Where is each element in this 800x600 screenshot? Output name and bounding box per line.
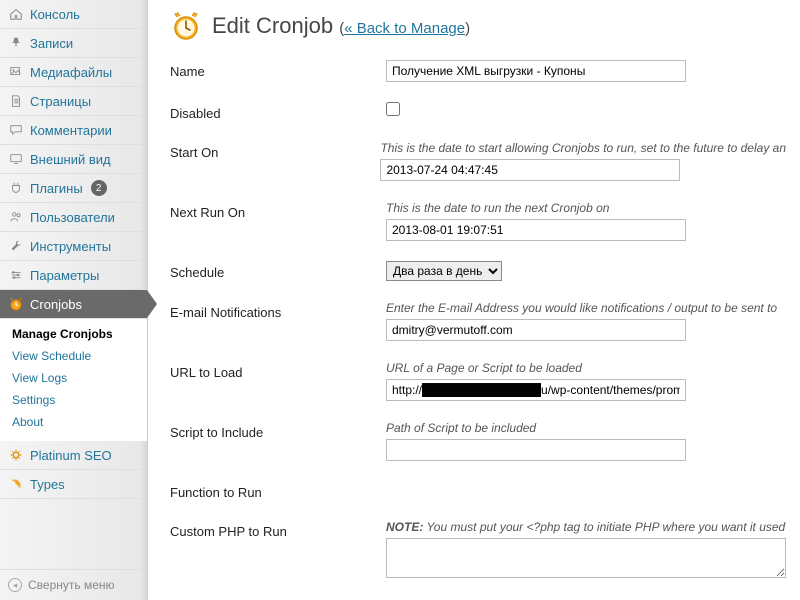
page-title: Edit Cronjob (« Back to Manage): [212, 13, 470, 39]
hint-script: Path of Script to be included: [386, 421, 786, 435]
menu-label: Platinum SEO: [30, 448, 112, 463]
select-schedule[interactable]: Два раза в день: [386, 261, 502, 281]
menu-console[interactable]: Консоль: [0, 0, 147, 29]
menu-label: Инструменты: [30, 239, 111, 254]
label-disabled: Disabled: [170, 102, 386, 121]
menu-tools[interactable]: Инструменты: [0, 232, 147, 261]
menu-label: Записи: [30, 36, 73, 51]
submenu-view-logs[interactable]: View Logs: [0, 367, 147, 389]
input-next-run[interactable]: [386, 219, 686, 241]
label-schedule: Schedule: [170, 261, 386, 280]
menu-platinum-seo[interactable]: Platinum SEO: [0, 441, 147, 470]
input-email[interactable]: [386, 319, 686, 341]
collapse-label: Свернуть меню: [28, 578, 115, 592]
checkbox-disabled[interactable]: [386, 102, 400, 116]
hint-php: NOTE: You must put your <?php tag to ini…: [386, 520, 786, 534]
menu-posts[interactable]: Записи: [0, 29, 147, 58]
page-header: Edit Cronjob (« Back to Manage): [170, 10, 786, 42]
types-icon: [8, 476, 24, 492]
label-script: Script to Include: [170, 421, 386, 440]
plugins-badge: 2: [91, 180, 107, 196]
main-content: Edit Cronjob (« Back to Manage) Name Dis…: [148, 0, 800, 600]
submenu-view-schedule[interactable]: View Schedule: [0, 345, 147, 367]
tools-icon: [8, 238, 24, 254]
label-function: Function to Run: [170, 481, 386, 500]
appearance-icon: [8, 151, 24, 167]
label-url: URL to Load: [170, 361, 386, 380]
media-icon: [8, 64, 24, 80]
menu-types[interactable]: Types: [0, 470, 147, 499]
pin-icon: [8, 35, 24, 51]
menu-label: Консоль: [30, 7, 80, 22]
submenu-about[interactable]: About: [0, 411, 147, 433]
settings-icon: [8, 267, 24, 283]
label-email: E-mail Notifications: [170, 301, 386, 320]
cronjobs-submenu: Manage Cronjobs View Schedule View Logs …: [0, 319, 147, 441]
menu-label: Страницы: [30, 94, 91, 109]
label-next-run: Next Run On: [170, 201, 386, 220]
hint-email: Enter the E-mail Address you would like …: [386, 301, 786, 315]
menu-label: Внешний вид: [30, 152, 111, 167]
page-clock-icon: [170, 10, 202, 42]
input-url[interactable]: [386, 379, 686, 401]
input-name[interactable]: [386, 60, 686, 82]
clock-icon: [8, 296, 24, 312]
users-icon: [8, 209, 24, 225]
menu-cronjobs[interactable]: Cronjobs: [0, 290, 147, 319]
textarea-php[interactable]: [386, 538, 786, 578]
submenu-settings[interactable]: Settings: [0, 389, 147, 411]
menu-label: Пользователи: [30, 210, 115, 225]
menu-settings[interactable]: Параметры: [0, 261, 147, 290]
submenu-manage-cronjobs[interactable]: Manage Cronjobs: [0, 323, 147, 345]
plug-icon: [8, 180, 24, 196]
collapse-menu[interactable]: ◂ Свернуть меню: [0, 569, 147, 600]
menu-media[interactable]: Медиафайлы: [0, 58, 147, 87]
menu-pages[interactable]: Страницы: [0, 87, 147, 116]
input-script[interactable]: [386, 439, 686, 461]
hint-next-run: This is the date to run the next Cronjob…: [386, 201, 786, 215]
label-start-on: Start On: [170, 141, 380, 160]
menu-appearance[interactable]: Внешний вид: [0, 145, 147, 174]
admin-sidebar: Консоль Записи Медиафайлы Страницы Комме…: [0, 0, 148, 600]
menu-comments[interactable]: Комментарии: [0, 116, 147, 145]
label-php: Custom PHP to Run: [170, 520, 386, 539]
collapse-icon: ◂: [8, 578, 22, 592]
hint-start-on: This is the date to start allowing Cronj…: [380, 141, 786, 155]
menu-label: Медиафайлы: [30, 65, 112, 80]
menu-label: Плагины: [30, 181, 83, 196]
menu-label: Types: [30, 477, 65, 492]
home-icon: [8, 6, 24, 22]
gear-icon: [8, 447, 24, 463]
label-name: Name: [170, 60, 386, 79]
menu-label: Параметры: [30, 268, 99, 283]
page-icon: [8, 93, 24, 109]
back-to-manage-link[interactable]: « Back to Manage: [344, 20, 465, 37]
menu-label: Комментарии: [30, 123, 112, 138]
menu-users[interactable]: Пользователи: [0, 203, 147, 232]
comment-icon: [8, 122, 24, 138]
hint-url: URL of a Page or Script to be loaded: [386, 361, 786, 375]
input-start-on[interactable]: [380, 159, 680, 181]
menu-label: Cronjobs: [30, 297, 82, 312]
menu-plugins[interactable]: Плагины 2: [0, 174, 147, 203]
